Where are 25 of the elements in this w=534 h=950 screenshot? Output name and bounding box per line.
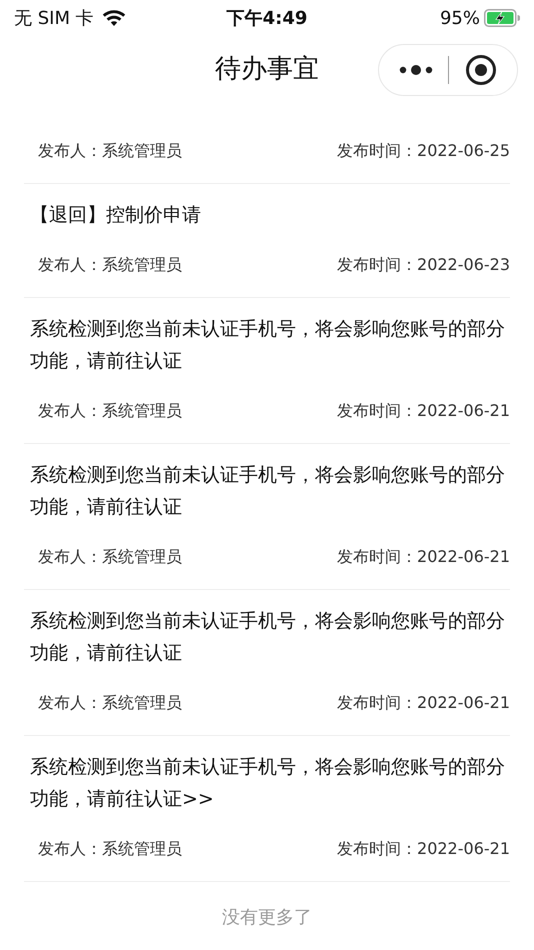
battery-charging-icon [484, 9, 520, 27]
publisher-text: 发布人：系统管理员 [38, 546, 182, 568]
notice-title[interactable]: 系统检测到您当前未认证手机号，将会影响您账号的部分功能，请前往认证 [24, 459, 510, 523]
no-more-text: 没有更多了 [221, 906, 313, 929]
notice-title[interactable]: 【退回】控制价申请 [24, 199, 510, 231]
publisher-text: 发布人：系统管理员 [38, 692, 182, 714]
notice-title[interactable]: 系统检测到您当前未认证手机号，将会影响您账号的部分功能，请前往认证 [24, 313, 510, 377]
publish-date-text: 发布时间：2022-06-23 [337, 254, 510, 276]
publish-date-text: 发布时间：2022-06-21 [337, 838, 510, 860]
battery-percent: 95% [440, 8, 480, 28]
page-title: 待办事宜 [215, 52, 319, 86]
publisher-text: 发布人：系统管理员 [38, 400, 182, 422]
publish-date-text: 发布时间：2022-06-21 [337, 400, 510, 422]
carrier-text: 无 SIM 卡 [14, 7, 94, 30]
publisher-text: 发布人：系统管理员 [38, 140, 182, 162]
publish-date-text: 发布时间：2022-06-21 [337, 692, 510, 714]
publisher-text: 发布人：系统管理员 [38, 254, 182, 276]
clock-text: 下午4:49 [226, 7, 308, 30]
publisher-text: 发布人：系统管理员 [38, 838, 182, 860]
notice-title[interactable]: 系统检测到您当前未认证手机号，将会影响您账号的部分功能，请前往认证>> [24, 751, 510, 815]
publish-date-text: 发布时间：2022-06-21 [337, 546, 510, 568]
wifi-icon [102, 9, 126, 27]
publish-date-text: 发布时间：2022-06-25 [337, 140, 510, 162]
more-icon[interactable] [398, 64, 433, 76]
notice-title[interactable]: 系统检测到您当前未认证手机号，将会影响您账号的部分功能，请前往认证 [24, 605, 510, 669]
